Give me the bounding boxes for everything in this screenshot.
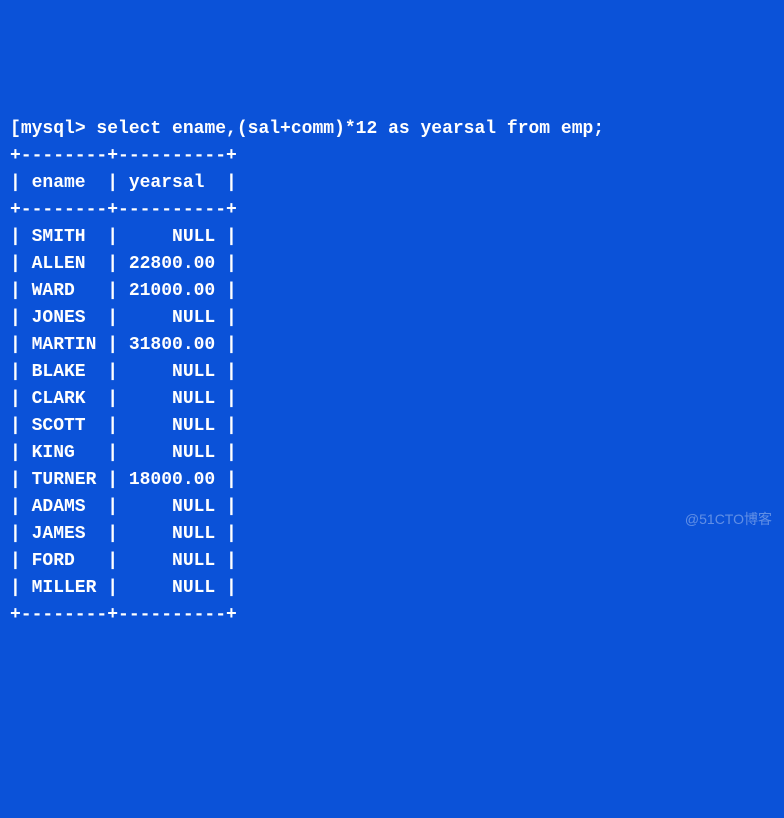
table-row: | CLARK | NULL | [10, 386, 774, 413]
table-row: | TURNER | 18000.00 | [10, 467, 774, 494]
table-border-mid: +--------+----------+ [10, 197, 774, 224]
table-row: | ADAMS | NULL | [10, 494, 774, 521]
table-row: | SCOTT | NULL | [10, 413, 774, 440]
table-row: | JAMES | NULL | [10, 521, 774, 548]
watermark: @51CTO博客 [685, 509, 772, 530]
table-row: | FORD | NULL | [10, 548, 774, 575]
command-line[interactable]: [mysql> select ename,(sal+comm)*12 as ye… [10, 116, 774, 143]
table-border-top: +--------+----------+ [10, 143, 774, 170]
table-row: | WARD | 21000.00 | [10, 278, 774, 305]
table-row: | KING | NULL | [10, 440, 774, 467]
table-row: | MILLER | NULL | [10, 575, 774, 602]
table-row: | BLAKE | NULL | [10, 359, 774, 386]
table-row: | ALLEN | 22800.00 | [10, 251, 774, 278]
table-row: | MARTIN | 31800.00 | [10, 332, 774, 359]
table-border-bottom: +--------+----------+ [10, 602, 774, 629]
bracket-open: [ [10, 119, 21, 139]
table-row: | SMITH | NULL | [10, 224, 774, 251]
table-header: | ename | yearsal | [10, 170, 774, 197]
sql-command: select ename,(sal+comm)*12 as yearsal fr… [86, 119, 604, 139]
mysql-prompt: mysql> [21, 119, 86, 139]
table-row: | JONES | NULL | [10, 305, 774, 332]
